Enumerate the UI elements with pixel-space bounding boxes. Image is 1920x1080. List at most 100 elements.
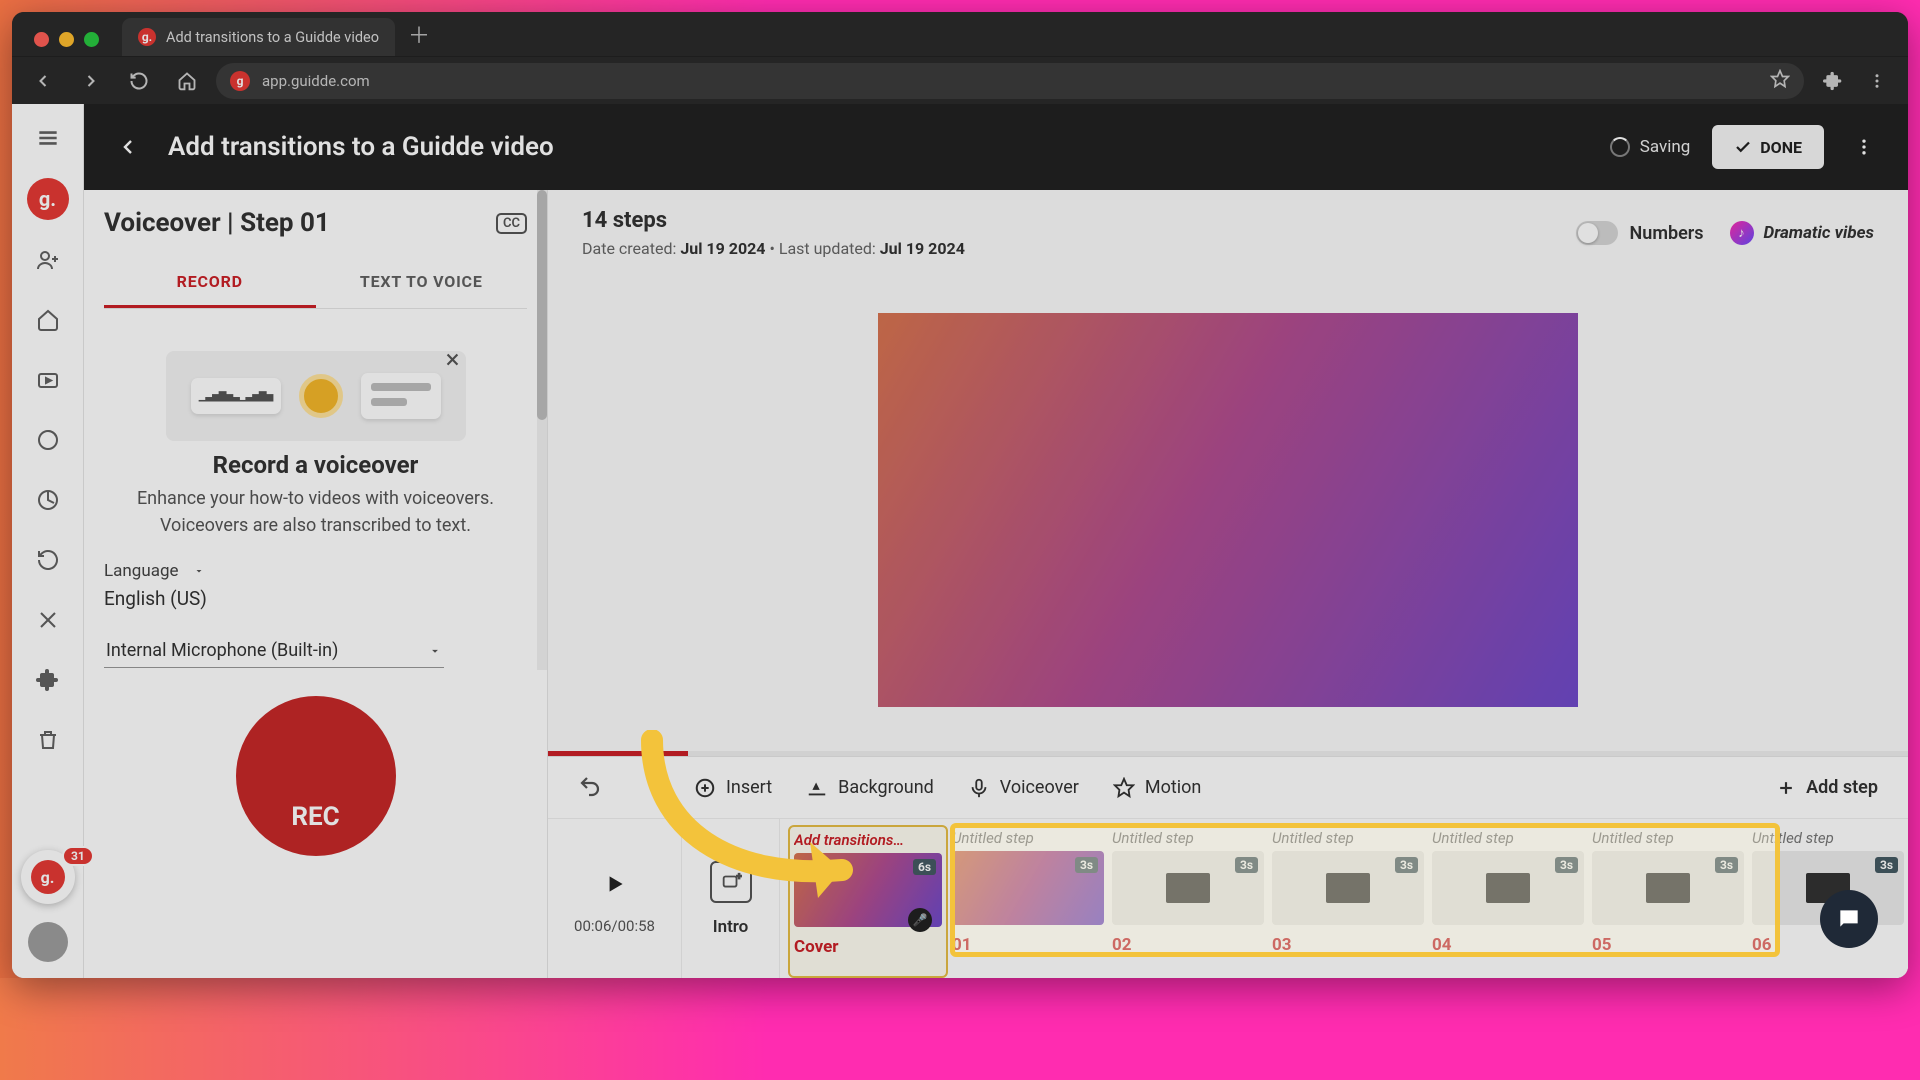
app-back-icon[interactable] (110, 129, 146, 165)
site-logo-icon: g (230, 71, 250, 91)
editor-area: 14 steps Date created: Jul 19 2024 • Las… (548, 190, 1908, 978)
clip-duration: 3s (1235, 857, 1258, 873)
browser-toolbar: g app.guidde.com (12, 56, 1908, 104)
numbers-label: Numbers (1630, 223, 1704, 244)
favicon-icon: g. (138, 28, 156, 46)
window-traffic-lights[interactable] (34, 32, 99, 47)
clip-05[interactable]: Untitled step 3s 05 (1588, 825, 1748, 978)
hamburger-icon[interactable] (28, 118, 68, 158)
card-text: Enhance your how-to videos with voiceove… (104, 485, 527, 539)
browser-menu-icon[interactable] (1858, 62, 1896, 100)
clip-title: Untitled step (1432, 829, 1584, 847)
clip-02[interactable]: Untitled step 3s 02 (1108, 825, 1268, 978)
chat-fab[interactable] (1820, 890, 1878, 948)
clip-title: Add transitions… (794, 831, 942, 849)
clip-number: 03 (1272, 935, 1424, 955)
insert-button[interactable]: Insert (694, 777, 772, 799)
puzzle-icon[interactable] (28, 660, 68, 700)
clip-number: 01 (952, 935, 1104, 955)
voiceover-panel: Voiceover | Step 01 CC RECORD TEXT TO VO… (84, 190, 548, 978)
browser-tab[interactable]: g. Add transitions to a Guidde video (122, 18, 395, 56)
clip-label: Cover (794, 937, 942, 957)
home-icon[interactable] (168, 62, 206, 100)
home-nav-icon[interactable] (28, 300, 68, 340)
clip-title: Untitled step (1272, 829, 1424, 847)
slide-preview[interactable] (878, 313, 1578, 707)
clip-04[interactable]: Untitled step 3s 04 (1428, 825, 1588, 978)
clip-number: 02 (1112, 935, 1264, 955)
background-button[interactable]: Background (806, 777, 934, 799)
voiceover-button[interactable]: Voiceover (968, 777, 1079, 799)
microphone-select[interactable]: Internal Microphone (Built-in) (104, 634, 444, 668)
motion-button[interactable]: Motion (1113, 777, 1201, 799)
editor-toolbar: Insert Background Voiceover Motion Add s… (548, 756, 1908, 818)
tab-text-to-voice[interactable]: TEXT TO VOICE (316, 258, 528, 308)
voiceover-illustration: × ▁▃▅▇▅▃▁▃▅▇▅ (166, 351, 466, 441)
clip-duration: 3s (1875, 857, 1898, 873)
play-button[interactable] (594, 863, 636, 905)
design-icon[interactable] (28, 600, 68, 640)
clip-title: Untitled step (1752, 829, 1904, 847)
time-display: 00:06/00:58 (574, 917, 655, 935)
address-bar[interactable]: g app.guidde.com (216, 63, 1804, 99)
clip-01[interactable]: Untitled step 3s 01 (948, 825, 1108, 978)
record-button[interactable]: REC (236, 696, 396, 856)
captions-button[interactable]: CC (496, 213, 527, 234)
extensions-icon[interactable] (1814, 62, 1852, 100)
undo-icon[interactable] (578, 774, 602, 802)
add-intro-button[interactable]: + (710, 861, 752, 903)
invite-icon[interactable] (28, 240, 68, 280)
reload-icon[interactable] (120, 62, 158, 100)
history-icon[interactable] (28, 540, 68, 580)
forward-icon[interactable] (72, 62, 110, 100)
clip-mic-icon: 🎤 (908, 908, 932, 932)
clip-title: Untitled step (1112, 829, 1264, 847)
clip-duration: 6s (913, 859, 936, 875)
tab-title: Add transitions to a Guidde video (166, 29, 379, 46)
svg-text:+: + (736, 872, 741, 882)
app-more-icon[interactable] (1846, 129, 1882, 165)
clip-duration: 3s (1395, 857, 1418, 873)
page-title: Add transitions to a Guidde video (168, 132, 554, 162)
saving-status: Saving (1610, 137, 1691, 157)
clip-number: 05 (1592, 935, 1744, 955)
spinner-icon (1610, 137, 1630, 157)
clip-duration: 3s (1555, 857, 1578, 873)
back-icon[interactable] (24, 62, 62, 100)
clip-number: 04 (1432, 935, 1584, 955)
analytics-icon[interactable] (28, 480, 68, 520)
insights-icon[interactable] (28, 420, 68, 460)
card-heading: Record a voiceover (104, 451, 527, 479)
browser-tabstrip: g. Add transitions to a Guidde video ＋ (12, 12, 1908, 56)
panel-title: Voiceover | Step 01 (104, 208, 330, 238)
intro-label: Intro (713, 917, 749, 937)
user-avatar[interactable] (28, 922, 68, 962)
done-button[interactable]: DONE (1712, 125, 1824, 169)
brand-logo[interactable]: g. (27, 178, 69, 220)
close-icon[interactable]: × (446, 345, 460, 375)
playback-progress[interactable] (548, 751, 1908, 756)
voiceover-card: × ▁▃▅▇▅▃▁▃▅▇▅ Record a voiceover Enhance… (104, 337, 527, 539)
star-icon[interactable] (1770, 69, 1790, 93)
clip-cover[interactable]: Add transitions… 6s 🎤 Cover (788, 825, 948, 978)
videos-icon[interactable] (28, 360, 68, 400)
tab-record[interactable]: RECORD (104, 258, 316, 308)
scrollbar-thumb[interactable] (537, 190, 547, 420)
numbers-toggle[interactable] (1576, 221, 1618, 245)
clip-title: Untitled step (1592, 829, 1744, 847)
clip-duration: 3s (1715, 857, 1738, 873)
url-text: app.guidde.com (262, 72, 370, 90)
clip-duration: 3s (1075, 857, 1098, 873)
clip-03[interactable]: Untitled step 3s 03 (1268, 825, 1428, 978)
add-step-button[interactable]: Add step (1776, 777, 1878, 798)
left-rail: g. g. 31 (12, 104, 84, 978)
steps-count: 14 steps (582, 208, 1550, 233)
language-value: English (US) (104, 587, 527, 610)
trash-icon[interactable] (28, 720, 68, 760)
meta-dates: Date created: Jul 19 2024 • Last updated… (582, 239, 1550, 258)
timeline: 00:06/00:58 + Intro Add transitions… 6s … (548, 818, 1908, 978)
language-dropdown[interactable]: Language (104, 561, 205, 581)
music-note-icon: ♪ (1730, 221, 1754, 245)
new-tab-button[interactable]: ＋ (401, 16, 437, 52)
soundtrack-chip[interactable]: ♪Dramatic vibes (1730, 221, 1875, 245)
